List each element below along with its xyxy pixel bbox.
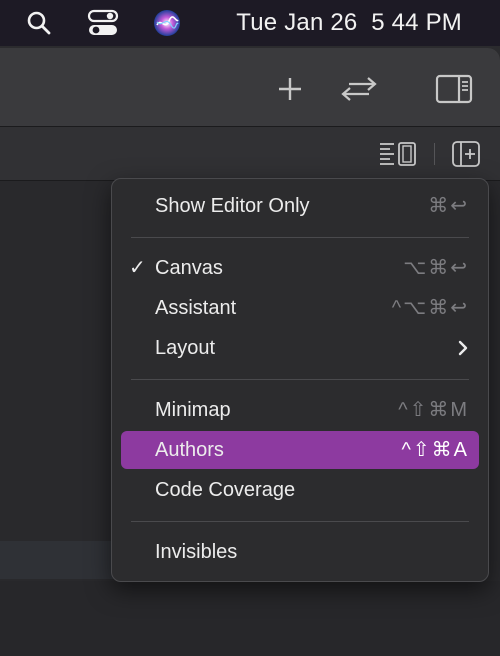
- inspector-toggle-icon[interactable]: [432, 70, 476, 108]
- checkmark-icon: ✓: [129, 257, 146, 279]
- menu-item-canvas[interactable]: ✓ Canvas ⌥⌘↩: [121, 249, 479, 287]
- menu-item-shortcut: ^⇧⌘M: [398, 399, 469, 421]
- menu-bar-clock[interactable]: Tue Jan 26 5 44 PM: [236, 0, 462, 46]
- search-icon[interactable]: [24, 0, 54, 46]
- chevron-right-icon: [458, 340, 468, 356]
- menu-item-invisibles[interactable]: Invisibles: [121, 533, 479, 571]
- editor-options-menu: Show Editor Only ⌘↩ ✓ Canvas ⌥⌘↩ Assista…: [111, 178, 489, 582]
- control-center-icon[interactable]: [86, 0, 120, 46]
- window-toolbar: [0, 48, 500, 127]
- menu-item-label: Show Editor Only: [155, 195, 310, 217]
- editor-tab-bar: [0, 127, 500, 181]
- menu-separator: [131, 521, 469, 522]
- menu-item-label: Canvas: [155, 257, 223, 279]
- menu-item-layout[interactable]: Layout: [121, 329, 479, 367]
- menu-item-minimap[interactable]: Minimap ^⇧⌘M: [121, 391, 479, 429]
- menu-item-label: Minimap: [155, 399, 231, 421]
- menu-item-shortcut: ^⌥⌘↩: [391, 297, 469, 319]
- menu-item-label: Layout: [155, 337, 216, 359]
- siri-icon[interactable]: [150, 0, 184, 46]
- editor-line-highlight: [0, 541, 115, 579]
- menu-separator: [131, 379, 469, 380]
- menu-item-shortcut: ^⇧⌘A: [401, 439, 469, 461]
- menu-item-shortcut: ⌥⌘↩: [403, 257, 469, 279]
- menu-item-assistant[interactable]: Assistant ^⌥⌘↩: [121, 289, 479, 327]
- menu-item-shortcut: ⌘↩: [428, 195, 469, 217]
- editor-empty-region: [0, 581, 500, 656]
- toolbar-divider: [434, 143, 435, 165]
- menu-bar: Tue Jan 26 5 44 PM: [0, 0, 500, 46]
- menu-item-label: Invisibles: [155, 541, 238, 563]
- menu-item-authors[interactable]: Authors ^⇧⌘A: [121, 431, 479, 469]
- menu-item-label: Assistant: [155, 297, 237, 319]
- menu-separator: [131, 237, 469, 238]
- menu-item-label: Authors: [155, 439, 224, 461]
- swap-arrows-icon[interactable]: [336, 70, 382, 108]
- editor-options-icon[interactable]: [376, 139, 420, 169]
- plus-icon[interactable]: [272, 72, 308, 106]
- menu-item-label: Code Coverage: [155, 479, 296, 501]
- add-editor-icon[interactable]: [450, 139, 482, 169]
- menu-item-show-editor-only[interactable]: Show Editor Only ⌘↩: [121, 187, 479, 225]
- menu-item-code-coverage[interactable]: Code Coverage: [121, 471, 479, 509]
